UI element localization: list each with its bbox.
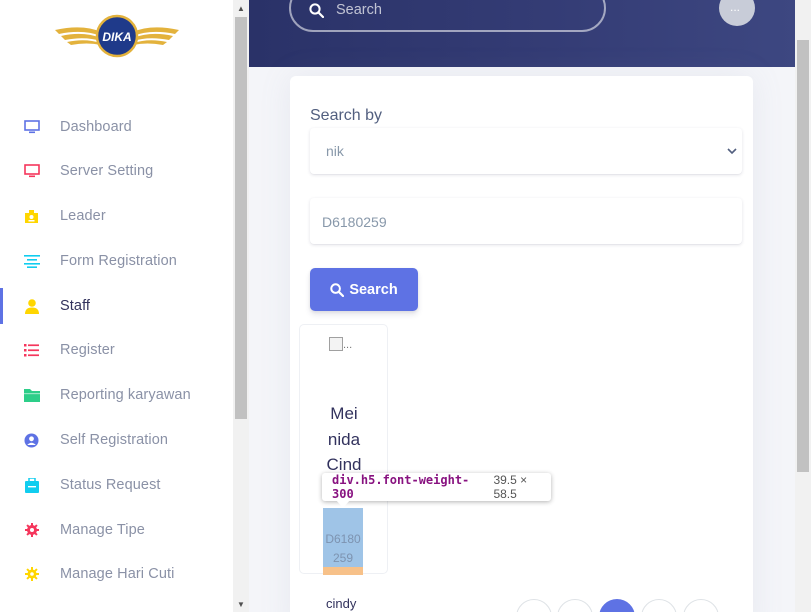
tooltip-selector: div.h5.font-weight-300	[332, 473, 470, 501]
sidebar-item-self-registration[interactable]: Self Registration	[0, 420, 233, 460]
sidebar-item-label: Server Setting	[60, 163, 154, 179]
sidebar-scrollbar[interactable]: ▲ ▼	[233, 0, 249, 612]
search-icon	[309, 3, 324, 18]
next-staff-name: cindy	[326, 596, 357, 611]
avatar-broken-image: ...	[730, 0, 741, 14]
sidebar-item-leader[interactable]: Leader	[0, 196, 233, 236]
search-by-label: Search by	[310, 107, 383, 124]
align-center-icon	[23, 253, 40, 270]
settings-gear-icon	[23, 522, 40, 539]
search-by-selected-value: nik	[326, 143, 344, 159]
sidebar-item-dashboard[interactable]: Dashboard	[0, 107, 233, 147]
search-button-label: Search	[349, 281, 398, 298]
staff-nik: D6180 259	[325, 532, 361, 565]
chevron-down-icon	[727, 148, 737, 155]
broken-image-icon	[329, 337, 343, 351]
sidebar-item-label: Manage Hari Cuti	[60, 566, 175, 582]
top-header: Search ...	[249, 0, 795, 67]
sidebar-item-status-request[interactable]: Status Request	[0, 465, 233, 505]
main-scroll-thumb[interactable]	[797, 40, 809, 472]
folder-icon	[23, 387, 40, 404]
briefcase-icon	[23, 477, 40, 494]
scroll-up-arrow-icon[interactable]: ▲	[233, 0, 249, 16]
sidebar-item-label: Form Registration	[60, 253, 177, 269]
staff-photo-alt: ...	[343, 339, 353, 351]
staff-result-card[interactable]: ... Mei nida Cind D6180 259	[299, 324, 388, 575]
sidebar-item-label: Register	[60, 342, 115, 358]
nik-search-input[interactable]: D6180259	[310, 198, 742, 244]
search-by-select[interactable]: nik	[310, 128, 742, 174]
main-scrollbar[interactable]	[795, 0, 811, 612]
tooltip-dimensions: 39.5 × 58.5	[493, 473, 528, 501]
user-circle-icon	[23, 432, 40, 449]
tooltip-arrow	[336, 500, 350, 508]
search-icon	[330, 282, 345, 297]
staff-name: Mei nida Cind	[326, 404, 362, 474]
sun-icon	[23, 566, 40, 583]
tv-icon	[23, 119, 40, 136]
sidebar-item-form-registration[interactable]: Form Registration	[0, 241, 233, 281]
sidebar: DIKA Dashboard Server Setting Leader For…	[0, 0, 233, 612]
sidebar-item-staff[interactable]: Staff	[0, 286, 233, 326]
search-placeholder: Search	[336, 2, 382, 18]
user-icon	[23, 298, 40, 315]
sidebar-item-label: Self Registration	[60, 432, 169, 448]
sidebar-item-manage-tipe[interactable]: Manage Tipe	[0, 510, 233, 550]
svg-text:DIKA: DIKA	[102, 30, 131, 44]
search-button[interactable]: Search	[310, 268, 418, 311]
badge-icon	[23, 208, 40, 225]
list-icon	[23, 342, 40, 359]
sidebar-item-label: Leader	[60, 208, 106, 224]
nik-search-value: D6180259	[322, 214, 387, 230]
sidebar-item-label: Status Request	[60, 477, 161, 493]
sidebar-scroll-thumb[interactable]	[235, 17, 247, 419]
dika-logo[interactable]: DIKA	[53, 14, 181, 60]
sidebar-item-register[interactable]: Register	[0, 330, 233, 370]
devtools-inspect-tooltip: div.h5.font-weight-300 39.5 × 58.5	[322, 473, 551, 501]
sidebar-item-label: Dashboard	[60, 119, 132, 135]
staff-photo: ...	[329, 337, 359, 357]
devtools-padding-overlay	[323, 567, 363, 575]
sidebar-item-reporting-karyawan[interactable]: Reporting karyawan	[0, 375, 233, 415]
scroll-down-arrow-icon[interactable]: ▼	[233, 596, 249, 612]
sidebar-item-label: Reporting karyawan	[60, 387, 191, 403]
avatar[interactable]: ...	[719, 0, 755, 26]
monitor-icon	[23, 163, 40, 180]
sidebar-item-manage-hari-cuti[interactable]: Manage Hari Cuti	[0, 554, 233, 594]
sidebar-item-label: Staff	[60, 298, 91, 314]
header-search-input[interactable]: Search	[289, 0, 606, 32]
sidebar-item-label: Manage Tipe	[60, 522, 145, 538]
sidebar-item-server-setting[interactable]: Server Setting	[0, 151, 233, 191]
